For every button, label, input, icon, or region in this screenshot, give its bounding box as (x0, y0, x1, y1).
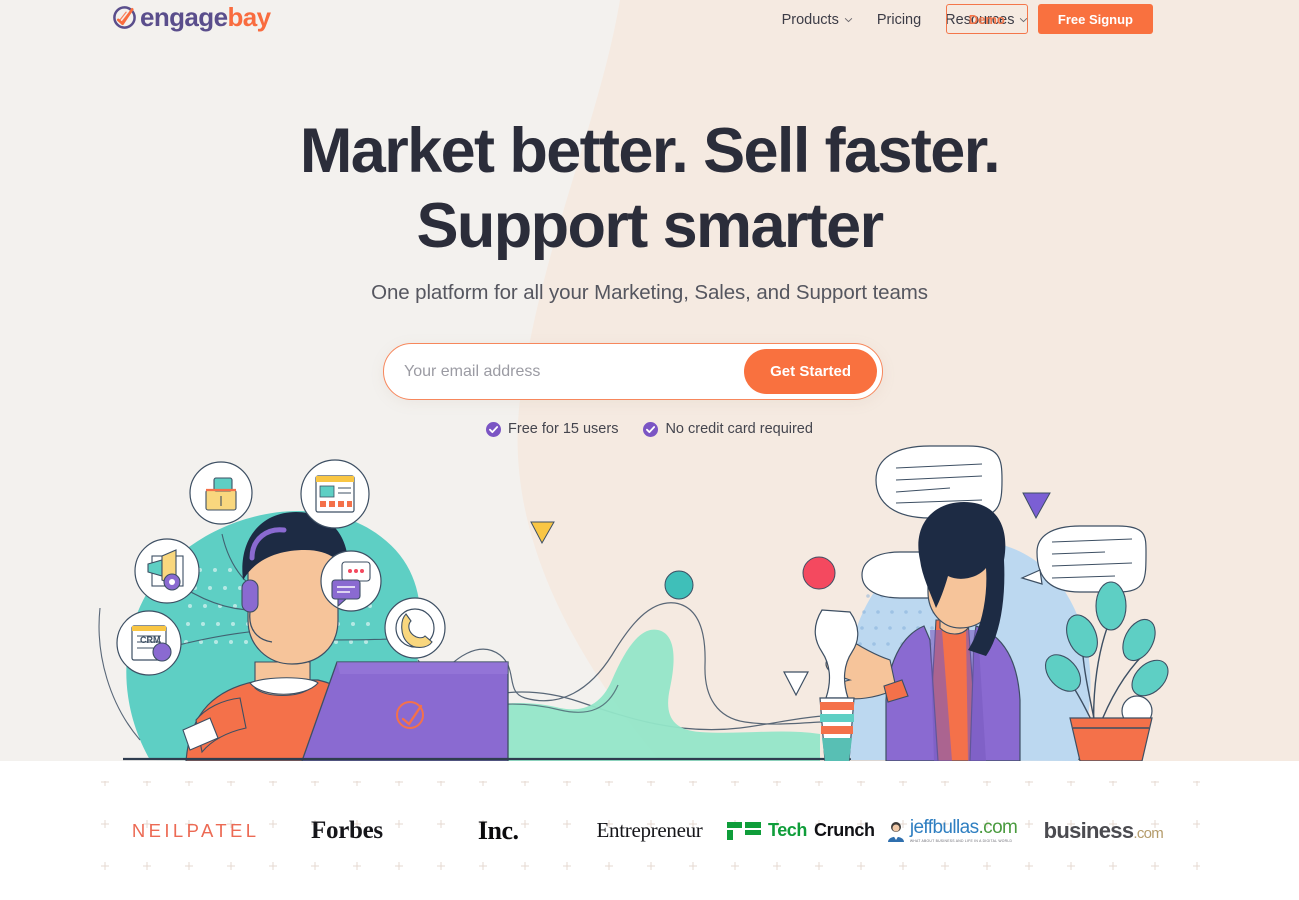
page-title: Market better. Sell faster. Support smar… (0, 114, 1299, 264)
yellow-triangle-shape (530, 521, 555, 545)
press-logos-row: NEILPATEL Forbes Inc. Entrepreneur Tech … (0, 761, 1299, 900)
hero-illustration: CRM (98, 445, 1169, 761)
chevron-down-icon (844, 17, 853, 23)
headline-line-2: Support smarter (416, 191, 884, 261)
press-logo-neilpatel[interactable]: NEILPATEL (120, 761, 271, 900)
red-circle-shape (802, 556, 836, 590)
headline-line-1: Market better. Sell faster. (299, 116, 1001, 186)
hero-section: CRM engagebay Products Pricing Resources… (0, 0, 1299, 761)
press-logo-forbes[interactable]: Forbes (271, 761, 422, 900)
bubble-crm-icon[interactable]: CRM (116, 610, 182, 676)
speech-bubble-right (1020, 525, 1147, 593)
press-logo-label-b: Crunch (814, 820, 875, 840)
bubble-landing-page-icon[interactable] (300, 459, 370, 529)
press-logo-entrepreneur[interactable]: Entrepreneur (574, 761, 725, 900)
press-logos-section: NEILPATEL Forbes Inc. Entrepreneur Tech … (0, 761, 1299, 900)
press-logo-business[interactable]: business.com (1028, 761, 1179, 900)
brand-logo[interactable]: engagebay (112, 2, 271, 32)
brand-name-bay: bay (227, 2, 271, 32)
press-logo-label-b: .com (1133, 824, 1164, 842)
nav-actions: Demo Free Signup (945, 4, 1153, 34)
nav-label-pricing: Pricing (876, 12, 922, 28)
press-logo-label-b: .com (978, 816, 1018, 838)
svg-text:CRM: CRM (140, 635, 161, 645)
check-circle-icon (643, 421, 659, 437)
press-logo-tagline: WHAT ABOUT BUSINESS AND LIFE IN A DIGITA… (909, 838, 1013, 843)
perk-label: Free for 15 users (508, 421, 619, 437)
signup-form: Get Started (383, 343, 883, 400)
press-logo-label-a: business (1043, 817, 1134, 843)
press-logo-label: Inc. (477, 815, 519, 845)
perk-free-users: Free for 15 users (486, 421, 618, 437)
outline-triangle-shape (783, 671, 809, 697)
perk-no-credit-card: No credit card required (643, 421, 813, 437)
headset-earpiece (241, 579, 259, 613)
purple-triangle-shape (1022, 492, 1051, 520)
brand-name: engagebay (140, 2, 271, 32)
bubble-helpdesk-icon[interactable] (189, 461, 253, 525)
brand-name-engage: engage (140, 2, 228, 32)
press-logo-label: Forbes (311, 816, 383, 844)
bubble-megaphone-icon[interactable] (134, 538, 200, 604)
page-subtitle: One platform for all your Marketing, Sal… (371, 281, 928, 304)
press-logo-label-a: jeffbullas (909, 816, 979, 838)
techcrunch-mark-icon (726, 821, 761, 840)
nav-item-pricing[interactable]: Pricing (865, 0, 933, 40)
engagebay-check-circle-icon (113, 5, 136, 29)
demo-button[interactable]: Demo (945, 4, 1028, 34)
laptop (301, 661, 509, 761)
press-logo-jeffbullas[interactable]: jeffbullas.com WHAT ABOUT BUSINESS AND L… (876, 761, 1027, 900)
press-logo-techcrunch[interactable]: Tech Crunch (725, 761, 876, 900)
press-logo-inc[interactable]: Inc. (423, 761, 574, 900)
press-logo-label: Entrepreneur (596, 818, 703, 842)
email-field[interactable] (404, 345, 745, 398)
teal-circle-shape (664, 570, 694, 600)
perks-row: Free for 15 users No credit card require… (0, 421, 1299, 437)
plant-pot (1069, 717, 1153, 761)
press-logo-label-a: Tech (767, 820, 808, 840)
nav-label-products: Products (781, 12, 839, 28)
press-logo-label: NEILPATEL (131, 819, 260, 841)
jeffbullas-avatar-icon (887, 821, 904, 842)
bubble-phone-icon[interactable] (384, 597, 446, 659)
nav-item-products[interactable]: Products (770, 0, 865, 40)
landing-page: CRM engagebay Products Pricing Resources… (0, 0, 1299, 900)
navbar: engagebay Products Pricing Resources Dem… (0, 0, 1299, 40)
bubble-chat-icon[interactable] (320, 550, 382, 612)
check-circle-icon (486, 421, 502, 437)
perk-label: No credit card required (665, 421, 813, 437)
free-signup-button[interactable]: Free Signup (1037, 4, 1153, 34)
get-started-button[interactable]: Get Started (744, 349, 877, 394)
